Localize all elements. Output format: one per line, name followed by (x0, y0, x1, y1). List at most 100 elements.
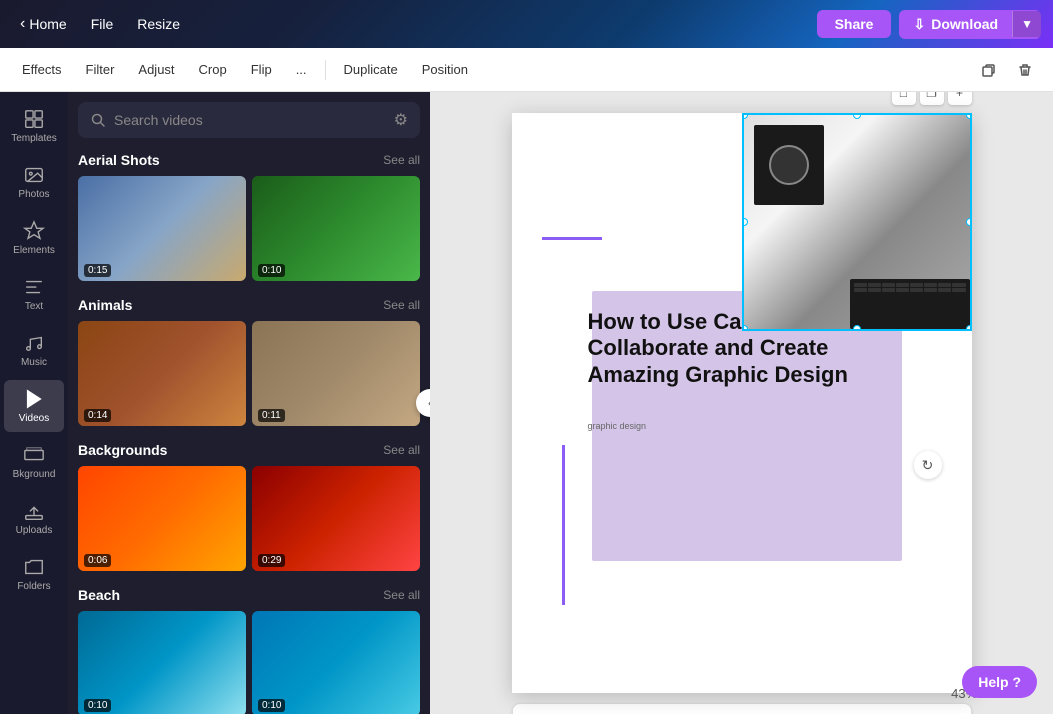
sidebar-label-bkground: Bkground (13, 469, 56, 480)
sidebar-label-templates: Templates (11, 133, 57, 144)
sidebar-item-elements[interactable]: Elements (4, 212, 64, 264)
beach-title: Beach (78, 587, 120, 603)
download-dropdown-button[interactable]: ▼ (1012, 11, 1041, 37)
canvas-wrapper: □ ❐ + How to Use Canva to Collaborate an… (512, 113, 972, 693)
filter-toolbar-item[interactable]: Filter (76, 58, 125, 81)
crop-toolbar-item[interactable]: Crop (189, 58, 237, 81)
sidebar-label-photos: Photos (18, 189, 49, 200)
video-thumb-beach-water[interactable]: 0:10 (252, 611, 420, 714)
video-preview-thumb (744, 115, 970, 329)
canvas-subtitle-text: graphic design (588, 421, 647, 431)
add-page-area: + Add a new page (512, 703, 972, 714)
canvas-purple-line (542, 237, 602, 240)
add-page-button[interactable]: + Add a new page (512, 703, 972, 714)
toolbar: Effects Filter Adjust Crop Flip ... Dupl… (0, 48, 1053, 92)
videos-panel: ⚙ Aerial Shots See all 0:15 0:10 Animals… (68, 92, 430, 714)
refresh-icon[interactable]: ↻ (914, 451, 942, 479)
sidebar-item-templates[interactable]: Templates (4, 100, 64, 152)
video-duration-leaf: 0:10 (258, 264, 285, 277)
add-corner-icon[interactable]: + (948, 92, 972, 105)
more-toolbar-item[interactable]: ... (286, 58, 317, 81)
key (868, 283, 881, 287)
key (854, 283, 867, 287)
backgrounds-title: Backgrounds (78, 442, 167, 458)
sidebar-item-uploads[interactable]: Uploads (4, 492, 64, 544)
home-nav-link[interactable]: Home (29, 16, 66, 32)
search-bar: ⚙ (78, 102, 420, 138)
aerial-shots-see-all[interactable]: See all (383, 153, 420, 167)
sidebar-item-text[interactable]: Text (4, 268, 64, 320)
handle-mid-right[interactable] (966, 218, 972, 226)
video-duration-beach2: 0:10 (258, 699, 285, 712)
video-thumb-ladybug[interactable]: 0:14 (78, 321, 246, 426)
key (910, 288, 923, 292)
flip-toolbar-item[interactable]: Flip (241, 58, 282, 81)
sidebar-item-videos[interactable]: Videos (4, 380, 64, 432)
aerial-shots-title: Aerial Shots (78, 152, 160, 168)
share-button[interactable]: Share (817, 10, 892, 38)
video-thumb-bokeh[interactable]: 0:29 (252, 466, 420, 571)
video-thumb-bridge[interactable]: 0:15 (78, 176, 246, 281)
video-thumb-beach-aerial[interactable]: 0:10 (78, 611, 246, 714)
sidebar-label-elements: Elements (13, 245, 55, 256)
key (854, 288, 867, 292)
position-toolbar-item[interactable]: Position (412, 58, 478, 81)
trash-button[interactable] (1009, 54, 1041, 86)
nav-back-button[interactable]: ‹ Home (12, 11, 75, 37)
video-duration-bridge: 0:15 (84, 264, 111, 277)
key (910, 283, 923, 287)
copy-style-button[interactable] (973, 54, 1005, 86)
download-label: Download (931, 16, 998, 32)
animals-grid: 0:14 0:11 (78, 321, 420, 426)
aerial-shots-grid: 0:15 0:10 (78, 176, 420, 281)
handle-bottom-mid[interactable] (853, 325, 861, 331)
beach-grid: 0:10 0:10 (78, 611, 420, 714)
beach-see-all[interactable]: See all (383, 588, 420, 602)
handle-bottom-left[interactable] (742, 325, 748, 331)
copy-corner-icon[interactable]: ❐ (920, 92, 944, 105)
sidebar-item-music[interactable]: Music (4, 324, 64, 376)
video-thumb-leaf[interactable]: 0:10 (252, 176, 420, 281)
video-duration-ladybug: 0:14 (84, 409, 111, 422)
key (882, 288, 895, 292)
canvas-selected-video[interactable]: ↻ (742, 113, 972, 331)
key (952, 283, 965, 287)
key (938, 283, 951, 287)
help-button[interactable]: Help ? (962, 666, 1037, 698)
video-duration-fire: 0:06 (84, 554, 111, 567)
canvas-area: □ ❐ + How to Use Canva to Collaborate an… (430, 92, 1053, 714)
handle-bottom-right[interactable] (966, 325, 972, 331)
key (868, 288, 881, 292)
duplicate-toolbar-item[interactable]: Duplicate (334, 58, 408, 81)
video-thumb-fire[interactable]: 0:06 (78, 466, 246, 571)
resize-nav-link[interactable]: Resize (129, 12, 188, 36)
adjust-toolbar-item[interactable]: Adjust (128, 58, 184, 81)
sidebar-label-folders: Folders (17, 581, 50, 592)
download-button-group: ⇩ Download ▼ (899, 10, 1041, 39)
aerial-shots-header: Aerial Shots See all (78, 152, 420, 168)
file-nav-link[interactable]: File (83, 12, 122, 36)
video-duration-cat: 0:11 (258, 409, 285, 422)
chevron-left-icon: ‹ (20, 15, 25, 33)
search-icon (90, 112, 106, 128)
key (924, 283, 937, 287)
animals-title: Animals (78, 297, 132, 313)
sidebar-label-text: Text (25, 301, 43, 312)
search-input[interactable] (114, 112, 386, 128)
sidebar-item-photos[interactable]: Photos (4, 156, 64, 208)
beach-header: Beach See all (78, 587, 420, 603)
download-main-button[interactable]: ⇩ Download (899, 10, 1012, 39)
animals-see-all[interactable]: See all (383, 298, 420, 312)
sidebar-item-folders[interactable]: Folders (4, 548, 64, 600)
backgrounds-see-all[interactable]: See all (383, 443, 420, 457)
toolbar-separator (325, 60, 326, 80)
video-thumb-cat[interactable]: 0:11 (252, 321, 420, 426)
sidebar-item-background[interactable]: Bkground (4, 436, 64, 488)
key (938, 288, 951, 292)
filter-icon[interactable]: ⚙ (394, 110, 408, 130)
effects-toolbar-item[interactable]: Effects (12, 58, 72, 81)
video-duration-beach1: 0:10 (84, 699, 111, 712)
backgrounds-header: Backgrounds See all (78, 442, 420, 458)
sidebar-label-music: Music (21, 357, 47, 368)
resize-corner-icon[interactable]: □ (892, 92, 916, 105)
